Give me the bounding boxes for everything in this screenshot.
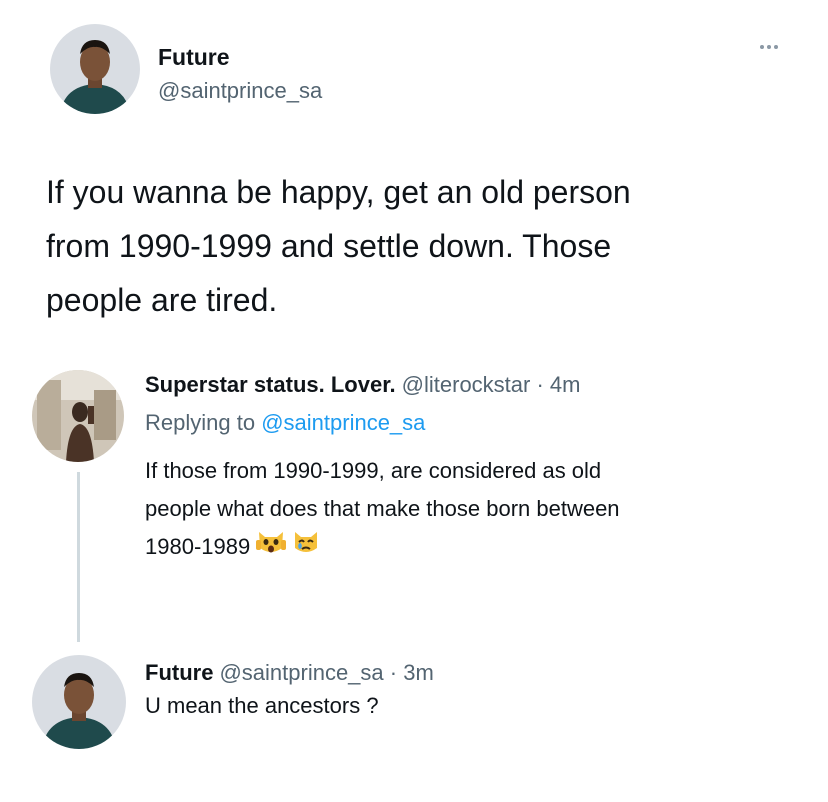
replying-to-label: Replying to (145, 410, 256, 435)
reply-author-avatar[interactable] (32, 655, 126, 749)
reply-text-line-with-emoji: 1980-1989 (145, 528, 785, 568)
reply-header: Future @saintprince_sa · 3m (145, 660, 434, 686)
tweet-text-line: from 1990-1999 and settle down. Those (46, 228, 612, 264)
more-options-icon[interactable] (760, 40, 790, 54)
reply-text-line: 1980-1989 (145, 534, 251, 559)
reply-timestamp[interactable]: · 3m (390, 660, 434, 685)
reply-author-name[interactable]: Future (145, 660, 213, 685)
replying-to: Replying to @saintprince_sa (145, 410, 425, 436)
thread-connector-line (77, 472, 80, 642)
tweet-text-line: If you wanna be happy, get an old person (46, 174, 631, 210)
reply-author-avatar-image (32, 655, 126, 749)
reply-text-line: people what does that make those born be… (145, 496, 620, 521)
tweet-text: If you wanna be happy, get an old person… (46, 165, 806, 327)
reply-text: U mean the ancestors ? (145, 693, 379, 718)
reply-text-line: If those from 1990-1999, are considered … (145, 458, 602, 483)
author-name[interactable]: Future (158, 44, 230, 71)
reply-author-name[interactable]: Superstar status. Lover. (145, 372, 396, 397)
crying-cat-emoji (292, 528, 320, 568)
reply-text: If those from 1990-1999, are considered … (145, 452, 785, 568)
reply-author-avatar[interactable] (32, 370, 124, 462)
replying-to-handle-link[interactable]: @saintprince_sa (261, 410, 425, 435)
face-screaming-cat-emoji (256, 528, 287, 568)
author-handle[interactable]: @saintprince_sa (158, 78, 322, 104)
reply-timestamp[interactable]: · 4m (536, 372, 580, 397)
author-avatar[interactable] (50, 24, 140, 114)
reply-header: Superstar status. Lover. @literockstar · … (145, 372, 580, 398)
reply-author-handle[interactable]: @literockstar (402, 372, 531, 397)
reply-author-handle[interactable]: @saintprince_sa (219, 660, 383, 685)
reply-author-avatar-image (32, 370, 124, 462)
tweet-text-line: people are tired. (46, 282, 278, 318)
author-avatar-image (50, 24, 140, 114)
